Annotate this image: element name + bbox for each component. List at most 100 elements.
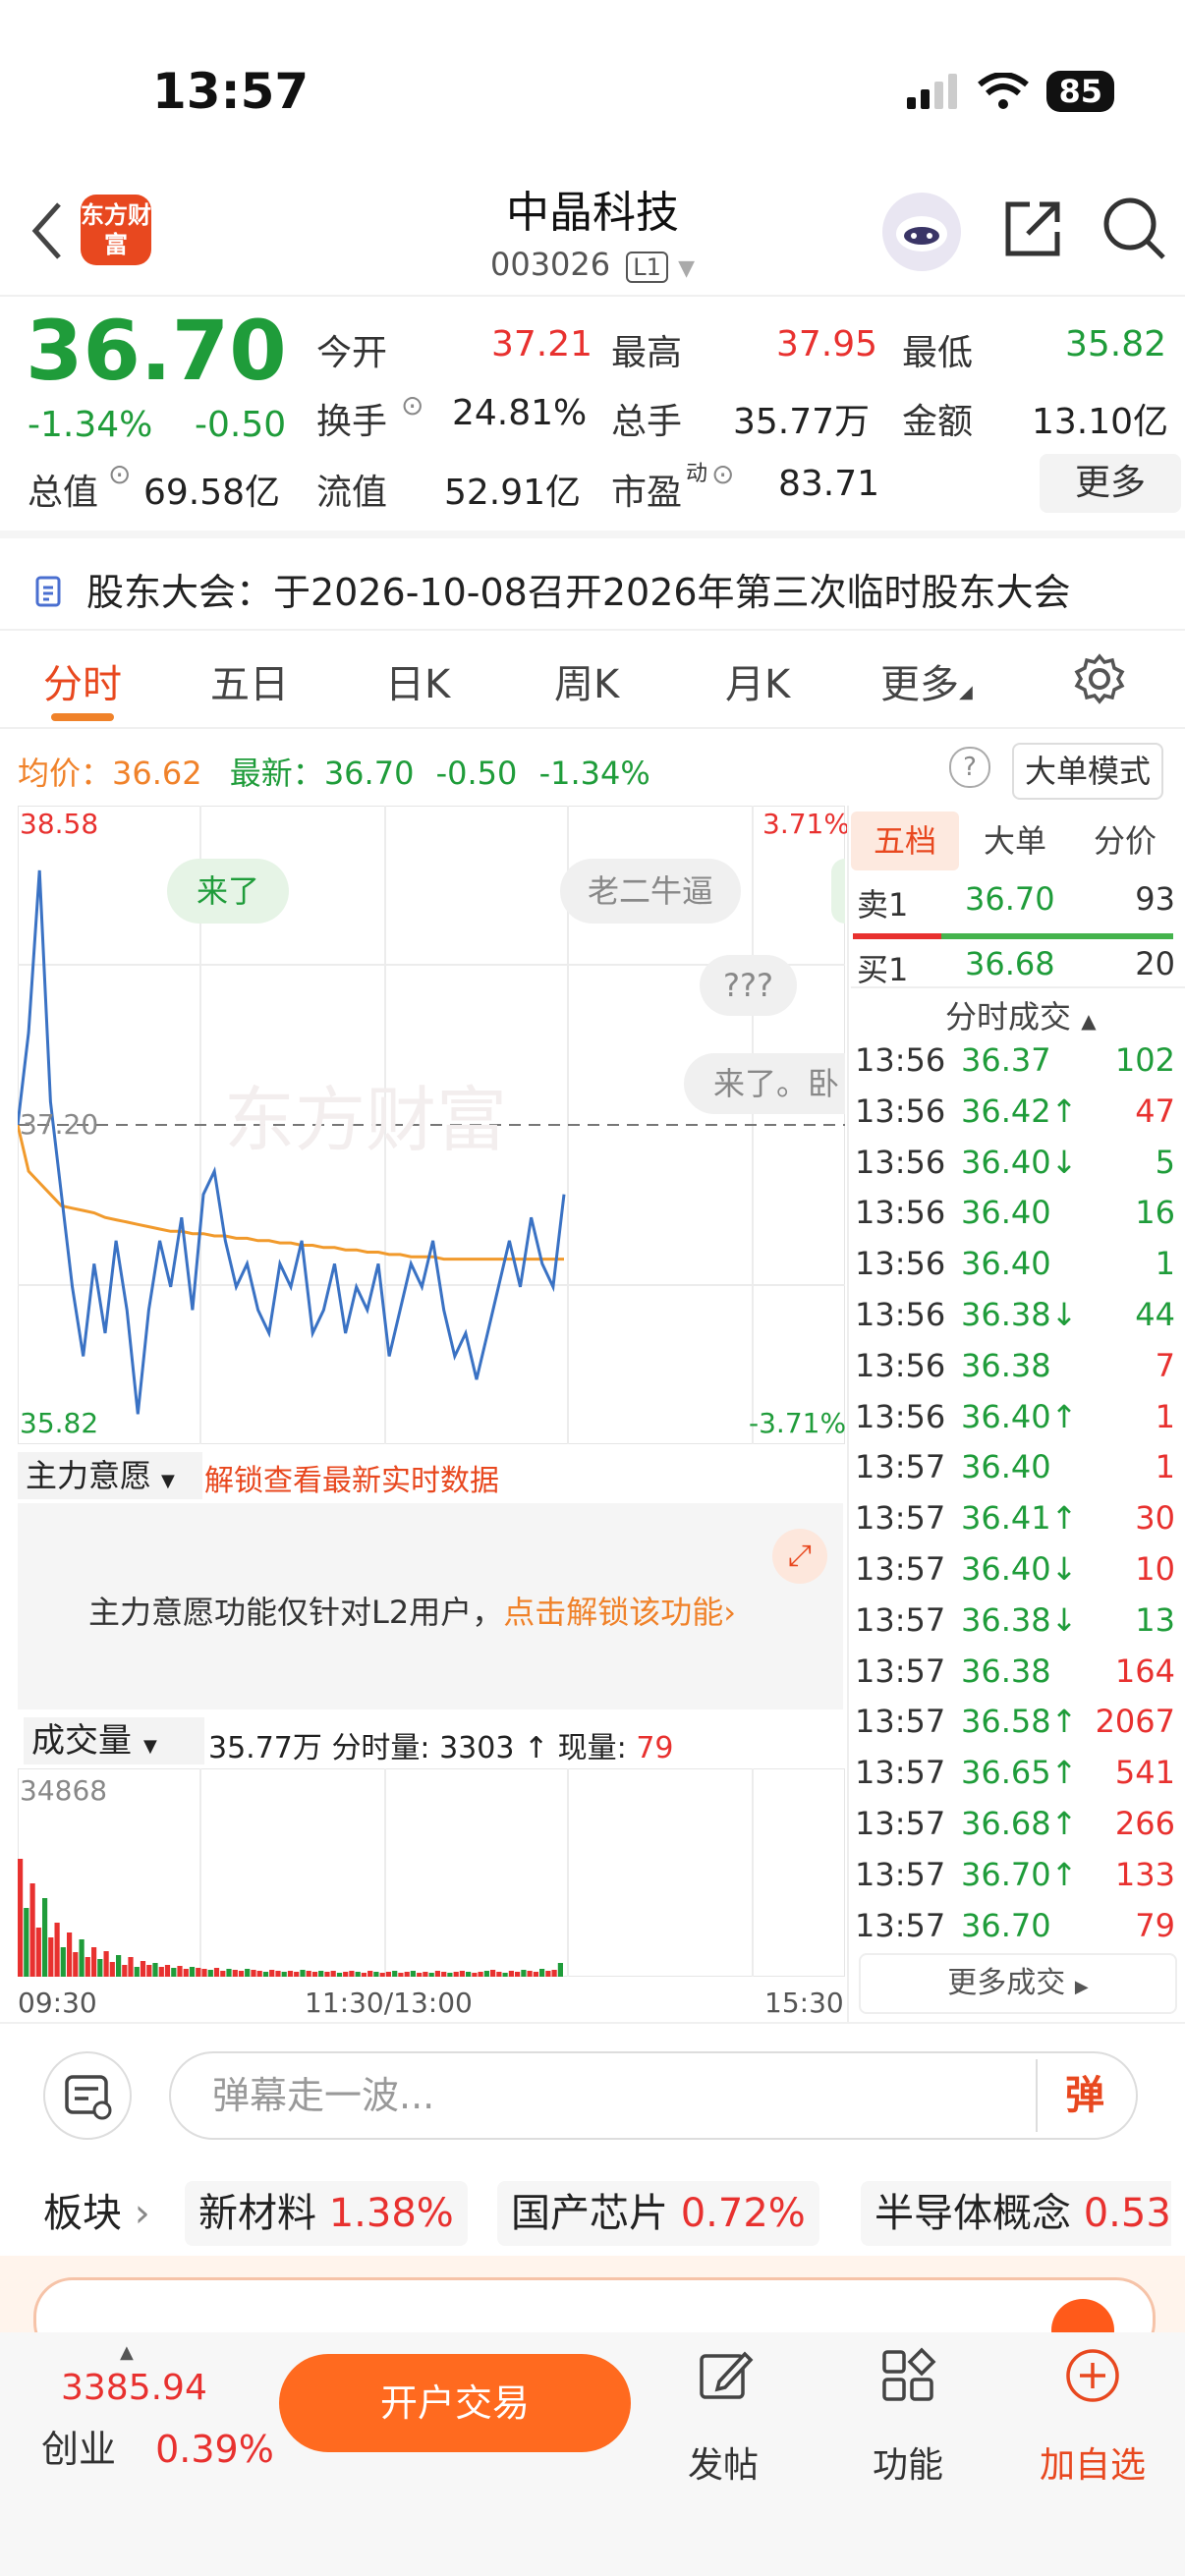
volume-bar <box>134 1967 140 1977</box>
function-grid-icon[interactable] <box>878 2346 937 2405</box>
post-edit-icon[interactable] <box>696 2346 755 2405</box>
volume-bar <box>220 1971 226 1977</box>
assistant-robot-icon[interactable] <box>882 193 961 271</box>
info-icon[interactable]: ⊙ <box>108 458 131 490</box>
volume-bar <box>158 1967 164 1977</box>
unlock-feature-link[interactable]: 点击解锁该功能 <box>503 1594 723 1631</box>
tick-row: 13:56 36.40 16 <box>851 1194 1175 1245</box>
tab-more[interactable]: 更多◢ <box>880 652 973 709</box>
volume-bar <box>183 1969 189 1977</box>
search-icon[interactable] <box>1100 195 1169 263</box>
tick-price: 36.70↑ <box>961 1855 1078 1893</box>
tab-price-dist[interactable]: 分价 <box>1071 812 1179 870</box>
volume-bar <box>122 1965 128 1977</box>
volume-bars <box>18 1859 563 1977</box>
tick-time: 13:56 <box>855 1194 946 1232</box>
volume-bar <box>349 1971 355 1977</box>
volume-bar <box>557 1963 563 1977</box>
danmu-send-button[interactable]: 弹 <box>1036 2059 1132 2132</box>
sector-chip[interactable]: 国产芯片 0.72% <box>497 2181 819 2246</box>
tab-five-levels[interactable]: 五档 <box>851 812 959 870</box>
more-trades-button[interactable]: 更多成交 ▶ <box>859 1953 1177 2014</box>
status-time: 13:57 <box>152 63 310 120</box>
nav-post[interactable]: 发帖 <box>664 2436 782 2488</box>
volume-bar <box>262 1972 269 1977</box>
depth-tabs: 五档 大单 分价 <box>851 812 1185 870</box>
tick-row: 13:56 36.38 7 <box>851 1347 1175 1398</box>
volume-bar <box>428 1973 434 1977</box>
info-icon[interactable]: ⊙ <box>711 458 734 490</box>
tab-intraday[interactable]: 分时 <box>43 652 122 709</box>
buy1-price: 36.68 <box>965 945 1055 982</box>
volume-bar <box>447 1973 453 1977</box>
sector-chip[interactable]: 半导体概念 0.53 <box>861 2181 1171 2246</box>
ticks-title: 分时成交 <box>945 998 1072 1036</box>
volume-chart[interactable] <box>18 1768 845 1977</box>
tab-monthly-k[interactable]: 月K <box>725 652 790 709</box>
amount-value: 13.10亿 <box>1032 402 1169 442</box>
tick-volume: 541 <box>1114 1754 1175 1792</box>
index-value[interactable]: 3385.94 <box>61 2368 207 2408</box>
help-icon[interactable]: ? <box>949 747 990 788</box>
active-tab-indicator <box>51 713 114 721</box>
mktcap-value: 69.58亿 <box>143 473 281 513</box>
divider <box>0 629 1185 631</box>
tick-volume: 1 <box>1155 1448 1175 1486</box>
tick-row: 13:57 36.70 79 <box>851 1907 1175 1958</box>
unlock-link[interactable]: 解锁查看最新实时数据 <box>204 1456 499 1499</box>
volume-bar <box>453 1972 459 1977</box>
volume-bar <box>300 1970 306 1977</box>
tick-price: 36.37 <box>961 1041 1051 1079</box>
float-value: 52.91亿 <box>444 473 582 513</box>
add-watchlist-icon[interactable] <box>1063 2346 1122 2405</box>
sector-link[interactable]: 板块 › <box>43 2181 150 2246</box>
nav-function[interactable]: 功能 <box>849 2436 967 2488</box>
danmu-settings-icon[interactable] <box>43 2051 132 2140</box>
index-row[interactable]: 创业 0.39% <box>41 2419 274 2473</box>
tick-volume: 79 <box>1135 1906 1175 1944</box>
sector-chip[interactable]: 新材料 1.38% <box>185 2181 468 2246</box>
nav-add-watchlist[interactable]: 加自选 <box>1034 2436 1152 2488</box>
volume-bar <box>73 1952 79 1977</box>
share-icon[interactable] <box>1002 196 1065 259</box>
tab-big-orders[interactable]: 大单 <box>961 812 1069 870</box>
info-icon[interactable]: ⊙ <box>401 389 423 421</box>
tick-volume: 102 <box>1114 1041 1175 1079</box>
tick-price: 36.65↑ <box>961 1754 1078 1792</box>
volume-bar <box>60 1947 66 1977</box>
open-value: 37.21 <box>491 324 593 364</box>
tick-price: 36.40↓ <box>961 1550 1078 1588</box>
tab-daily-k[interactable]: 日K <box>385 652 450 709</box>
tick-price: 36.40 <box>961 1194 1051 1232</box>
volume-bar <box>109 1962 115 1977</box>
float-label: 流值 <box>316 473 388 513</box>
y-max-label: 38.58 <box>20 808 99 840</box>
index-name: 创业 <box>41 2428 117 2471</box>
volume-bar <box>164 1965 171 1977</box>
settings-gear-icon[interactable] <box>1073 652 1126 705</box>
chevron-right-icon: › <box>134 2191 150 2236</box>
volume-bar <box>379 1973 385 1977</box>
volume-bar <box>226 1969 232 1977</box>
divider <box>0 531 1185 538</box>
tab-weekly-k[interactable]: 周K <box>554 652 619 709</box>
tick-row: 13:57 36.70↑ 133 <box>851 1856 1175 1907</box>
main-force-dropdown[interactable]: 主力意愿 ▼ <box>18 1452 202 1499</box>
status-icons: 85 <box>907 71 1114 112</box>
expand-icon[interactable]: ⤢ <box>772 1529 827 1584</box>
shareholder-notice[interactable]: 股东大会：于2026-10-08召开2026年第三次临时股东大会 <box>86 562 1071 616</box>
volume-bar <box>103 1951 109 1977</box>
open-label: 今开 <box>316 333 388 373</box>
open-account-trade-button[interactable]: 开户交易 <box>279 2354 631 2452</box>
danmu-bubble: 老二牛逼 <box>560 859 742 924</box>
more-quote-button[interactable]: 更多 <box>1040 454 1181 513</box>
volume-bar <box>306 1971 311 1977</box>
volume-dropdown[interactable]: 成交量 ▼ <box>24 1717 204 1764</box>
chevron-right-icon: › <box>723 1594 737 1631</box>
ticks-header[interactable]: 分时成交 ▲ <box>945 992 1097 1037</box>
volume-bar <box>398 1973 404 1977</box>
tick-time: 13:57 <box>855 1600 946 1639</box>
danmu-input[interactable]: 弹幕走一波... <box>169 2051 1138 2140</box>
tab-five-day[interactable]: 五日 <box>210 652 289 709</box>
big-order-mode-button[interactable]: 大单模式 <box>1012 743 1163 800</box>
